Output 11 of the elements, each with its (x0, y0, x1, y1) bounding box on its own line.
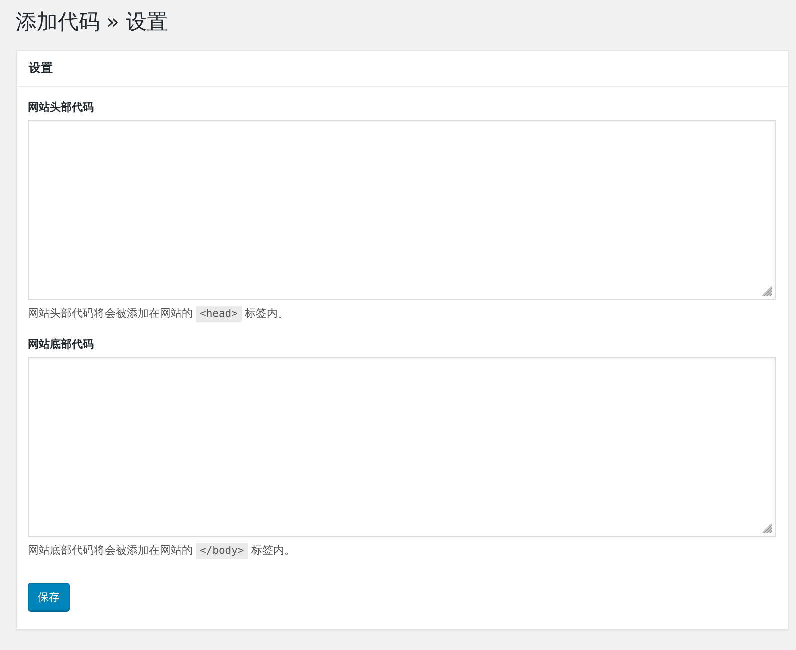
page-title: 添加代码 » 设置 (16, 9, 170, 36)
field-description: 网站底部代码将会被添加在网站的 </body> 标签内。 (28, 542, 296, 561)
resize-handle-icon[interactable] (762, 523, 773, 534)
code-field[interactable] (28, 120, 776, 300)
resize-handle-icon[interactable] (762, 286, 773, 297)
field-description: 网站头部代码将会被添加在网站的 <head> 标签内。 (28, 305, 290, 324)
save-button[interactable]: 保存 (28, 583, 70, 611)
field-label: 网站底部代码 (28, 338, 95, 352)
code-field[interactable] (28, 357, 776, 537)
panel-title: 设置 (17, 51, 788, 87)
field-label: 网站头部代码 (28, 101, 95, 115)
